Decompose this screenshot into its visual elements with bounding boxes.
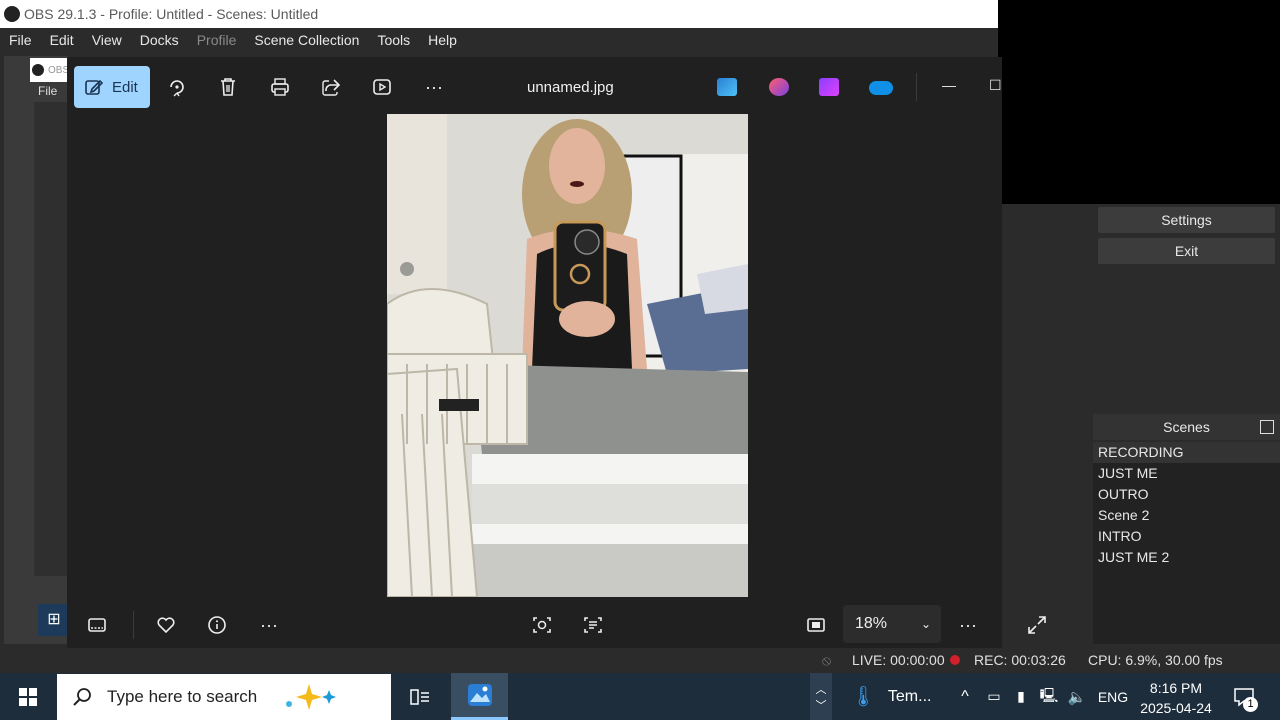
more-icon[interactable]: ···: [423, 76, 445, 98]
menu-scene-collection[interactable]: Scene Collection: [245, 32, 368, 48]
minimize-icon[interactable]: —: [942, 77, 956, 93]
scene-item[interactable]: JUST ME: [1093, 463, 1280, 484]
live-status: LIVE: 00:00:00: [852, 652, 945, 668]
edit-label: Edit: [112, 78, 138, 96]
obs-status-bar: ⦸ LIVE: 00:00:00 REC: 00:03:26 CPU: 6.9%…: [0, 648, 1280, 672]
battery-icon[interactable]: ▮: [1012, 673, 1030, 720]
zoom-level: 18%: [855, 615, 888, 632]
taskbar-clock[interactable]: 8:16 PM 2025-04-24: [1138, 678, 1214, 718]
rec-status: REC: 00:03:26: [974, 652, 1066, 668]
obs-logo-icon: [4, 6, 20, 22]
scene-item[interactable]: Scene 2: [1093, 505, 1280, 526]
notification-center-icon[interactable]: 1: [1226, 673, 1262, 720]
weather-widget[interactable]: 🌡 Tem...: [846, 673, 936, 720]
meet-now-icon[interactable]: ▭: [984, 673, 1004, 720]
zoom-more-icon[interactable]: ···: [957, 614, 979, 636]
network-icon: ⦸: [822, 652, 832, 668]
obs-nested-preview: OBS File ⊞: [4, 56, 70, 644]
photos-toolbar: Edit ··· unnamed.jpg — ☐: [67, 57, 1002, 115]
show-hidden-icons-icon[interactable]: ^: [955, 673, 975, 720]
menu-help[interactable]: Help: [419, 32, 466, 48]
copilot-sparkle-icon: [286, 684, 337, 710]
filmstrip-icon[interactable]: [86, 614, 108, 636]
maximize-icon[interactable]: ☐: [989, 77, 1002, 94]
menu-tools[interactable]: Tools: [368, 32, 419, 48]
nested-menu-file: File: [38, 84, 58, 98]
clock-date: 2025-04-24: [1140, 700, 1212, 716]
fullscreen-icon[interactable]: [1026, 614, 1048, 636]
taskbar-scroll[interactable]: ︿ ﹀: [810, 673, 832, 720]
scenes-title: Scenes: [1163, 419, 1210, 435]
photo-image: [387, 114, 748, 597]
visual-search-icon[interactable]: [531, 614, 553, 636]
volume-icon[interactable]: 🔈: [1066, 673, 1088, 720]
task-view-icon[interactable]: [400, 673, 440, 720]
search-icon: [73, 688, 91, 706]
photos-bottom-bar: ··· 18% ⌄ ···: [67, 605, 1002, 645]
onedrive-icon[interactable]: [869, 81, 893, 95]
notification-badge: 1: [1243, 697, 1258, 712]
delete-icon[interactable]: [217, 76, 239, 98]
undock-icon[interactable]: [1260, 420, 1274, 434]
start-button[interactable]: [0, 673, 56, 720]
favorite-icon[interactable]: [155, 614, 177, 636]
scene-item[interactable]: INTRO: [1093, 526, 1280, 547]
weather-label: Tem...: [887, 687, 932, 705]
language-indicator[interactable]: ENG: [1096, 673, 1130, 720]
taskbar: Type here to search ︿ ﹀ 🌡 Tem... ^ ▭ ▮ 🖳 …: [0, 673, 1280, 720]
clock-time: 8:16 PM: [1149, 680, 1203, 696]
rec-status-wrap: [950, 652, 966, 668]
edit-button[interactable]: Edit: [74, 66, 150, 108]
zoom-dropdown[interactable]: 18% ⌄: [843, 605, 941, 643]
video-editor-icon[interactable]: [819, 78, 839, 96]
nested-windows-icon: ⊞: [38, 604, 70, 636]
slideshow-icon[interactable]: [371, 76, 393, 98]
share-icon[interactable]: [320, 76, 342, 98]
search-placeholder: Type here to search: [107, 687, 258, 706]
scene-item[interactable]: OUTRO: [1093, 484, 1280, 505]
exit-button[interactable]: Exit: [1098, 238, 1275, 264]
extract-text-icon[interactable]: [582, 614, 604, 636]
scenes-dock-header: Scenes: [1093, 414, 1280, 440]
toolbar-separator: [916, 73, 917, 101]
menu-view[interactable]: View: [83, 32, 131, 48]
rec-dot-icon: [950, 655, 960, 665]
taskbar-search[interactable]: Type here to search: [57, 674, 391, 720]
settings-button[interactable]: Settings: [1098, 207, 1275, 233]
bottom-more-icon[interactable]: ···: [258, 614, 280, 636]
black-overlay: [998, 0, 1280, 204]
network-tray-icon[interactable]: 🖳: [1038, 673, 1060, 720]
obs-window-title: OBS 29.1.3 - Profile: Untitled - Scenes:…: [24, 6, 319, 22]
chevron-down-icon: ﹀: [815, 699, 827, 712]
scene-item[interactable]: JUST ME 2: [1093, 547, 1280, 568]
cpu-status: CPU: 6.9%, 30.00 fps: [1088, 652, 1223, 668]
bottom-separator: [133, 611, 134, 639]
fit-to-window-icon[interactable]: [805, 614, 827, 636]
thermometer-icon: 🌡: [850, 686, 876, 708]
clipchamp-icon[interactable]: [717, 78, 737, 96]
scene-item[interactable]: RECORDING: [1093, 442, 1280, 463]
info-icon[interactable]: [206, 614, 228, 636]
windows-icon: [19, 687, 37, 706]
print-icon[interactable]: [269, 76, 291, 98]
rotate-icon[interactable]: [166, 76, 188, 98]
scenes-list: RECORDING JUST ME OUTRO Scene 2 INTRO JU…: [1093, 442, 1280, 644]
copilot-designer-icon[interactable]: [769, 78, 789, 96]
menu-edit[interactable]: Edit: [41, 32, 83, 48]
photos-window: Edit ··· unnamed.jpg — ☐ ··· 18% ⌄ ···: [67, 57, 1002, 653]
photos-taskbar-icon[interactable]: [451, 673, 508, 720]
menu-docks[interactable]: Docks: [131, 32, 188, 48]
menu-file[interactable]: File: [0, 32, 41, 48]
menu-profile[interactable]: Profile: [188, 32, 246, 48]
nested-panel: [34, 102, 70, 576]
chevron-down-icon: ⌄: [921, 617, 932, 631]
chevron-up-icon: ︿: [815, 683, 827, 696]
file-name: unnamed.jpg: [527, 79, 614, 96]
edit-icon: [85, 79, 104, 95]
nested-obs-logo-icon: [32, 64, 44, 76]
